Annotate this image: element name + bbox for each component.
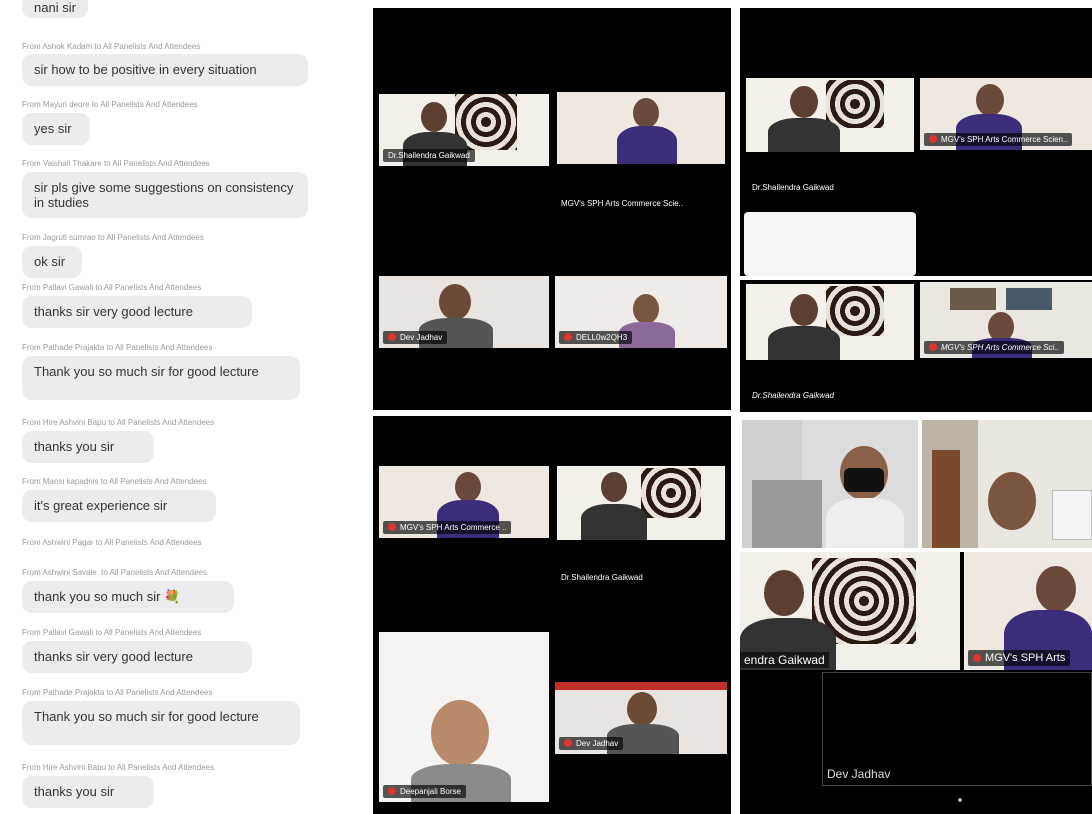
video-tile[interactable]: Dev Jadhav — [379, 276, 549, 348]
video-gallery-3: Dr.Shailendra Gaikwad MGV's SPH Arts Com… — [740, 8, 1092, 276]
chat-message: thanks you sir — [22, 776, 154, 808]
chat-sender: From Ashwini Savale. to All Panelists An… — [22, 568, 207, 577]
participant-name: DELL0w2QH3 — [559, 331, 633, 344]
chat-message: ok sir — [22, 246, 82, 278]
chat-message: thanks you sir — [22, 431, 154, 463]
video-tile[interactable]: Dr.Shailendra Gaikwad — [379, 94, 549, 166]
video-tile-active[interactable]: MGV's SPH Arts Commerce Scie.. — [555, 44, 727, 214]
chat-sender: From Mansi kapadnis to All Panelists And… — [22, 477, 207, 486]
video-tile[interactable]: Dev Jadhav — [822, 672, 1092, 786]
video-tile[interactable]: MGV's SPH Arts Commerce Sci.. — [920, 282, 1092, 358]
video-tile[interactable] — [744, 212, 916, 276]
participant-name: Deepanjali Borse — [383, 785, 466, 798]
participant-name: MGV's SPH Arts Commerce .. — [383, 521, 512, 534]
participant-name: endra Gaikwad — [740, 652, 829, 668]
chat-message: sir pls give some suggestions on consist… — [22, 172, 308, 218]
video-tile[interactable]: DELL0w2QH3 — [555, 276, 727, 348]
video-gallery-2: MGV's SPH Arts Commerce .. Dr.Shailendra… — [373, 416, 731, 814]
chat-panel[interactable]: nani sir From Ashok Kadam to All Panelis… — [0, 0, 362, 814]
participant-name: MGV's SPH Arts Commerce Scie.. — [561, 199, 683, 208]
video-tile[interactable]: MGV's SPH Arts — [964, 552, 1092, 670]
chat-sender: From Pallavi Gawali to All Panelists And… — [22, 628, 202, 637]
participant-name: MGV's SPH Arts — [968, 650, 1071, 666]
chat-sender: From Hire Ashvini Bapu to All Panelists … — [22, 418, 215, 427]
video-gallery-1: Dr.Shailendra Gaikwad MGV's SPH Arts Com… — [373, 8, 731, 410]
participant-name: Dr.Shailendra Gaikwad — [561, 573, 643, 582]
chat-sender: From Vaishali Thakare to All Panelists A… — [22, 159, 210, 168]
video-gallery-6: endra Gaikwad MGV's SPH Arts Dev Jadhav — [740, 552, 1092, 814]
chat-sender: From Jagruti sumrao to All Panelists And… — [22, 233, 204, 242]
video-tile-active[interactable]: Dr.Shailendra Gaikwad — [555, 418, 727, 588]
video-tile-active[interactable]: Dr.Shailendra Gaikwad — [744, 282, 916, 406]
video-gallery-4: Dr.Shailendra Gaikwad MGV's SPH Arts Com… — [740, 280, 1092, 412]
chat-message: thank you so much sir 💐 — [22, 581, 234, 613]
chat-sender: From Ashok Kadam to All Panelists And At… — [22, 42, 201, 51]
photo-tile — [742, 420, 918, 548]
participant-name: Dr.Shailendra Gaikwad — [752, 183, 834, 192]
participant-name: Dev Jadhav — [559, 737, 624, 750]
video-tile[interactable]: MGV's SPH Arts Commerce Scien.. — [920, 78, 1092, 150]
participant-name: MGV's SPH Arts Commerce Sci.. — [924, 341, 1064, 354]
participant-name: Dev Jadhav — [827, 767, 891, 781]
chat-message: nani sir — [22, 0, 88, 18]
chat-message: Thank you so much sir for good lecture — [22, 701, 300, 745]
chat-sender: From Pallavi Gawali to All Panelists And… — [22, 283, 202, 292]
chat-message: Thank you so much sir for good lecture — [22, 356, 300, 400]
chat-sender: From Ashwini Pagar to All Panelists And … — [22, 538, 202, 547]
photo-tile — [922, 420, 1092, 548]
chat-sender: From Pathade Prajakta to All Panelists A… — [22, 688, 213, 697]
chat-message: it's great experience sir — [22, 490, 216, 522]
participant-name: MGV's SPH Arts Commerce Scien.. — [924, 133, 1073, 146]
video-tile[interactable]: Dev Jadhav — [555, 682, 727, 754]
chat-message: thanks sir very good lecture — [22, 296, 252, 328]
video-tile[interactable]: MGV's SPH Arts Commerce .. — [379, 466, 549, 538]
page-indicator-dot[interactable] — [958, 798, 962, 802]
participant-name: Dev Jadhav — [383, 331, 448, 344]
chat-message: thanks sir very good lecture — [22, 641, 252, 673]
participant-name: Dr.Shailendra Gaikwad — [752, 391, 834, 400]
chat-sender: From Mayuri deore to All Panelists And A… — [22, 100, 198, 109]
video-tile-active[interactable]: Dr.Shailendra Gaikwad — [744, 30, 916, 200]
chat-sender: From Pathade Prajakta to All Panelists A… — [22, 343, 213, 352]
chat-sender: From Hire Ashvini Bapu to All Panelists … — [22, 763, 215, 772]
participant-name: Dr.Shailendra Gaikwad — [383, 149, 475, 162]
video-tile[interactable]: Deepanjali Borse — [379, 632, 549, 802]
chat-message: yes sir — [22, 113, 90, 145]
chat-message: sir how to be positive in every situatio… — [22, 54, 308, 86]
video-tile-active[interactable]: endra Gaikwad — [740, 552, 960, 670]
